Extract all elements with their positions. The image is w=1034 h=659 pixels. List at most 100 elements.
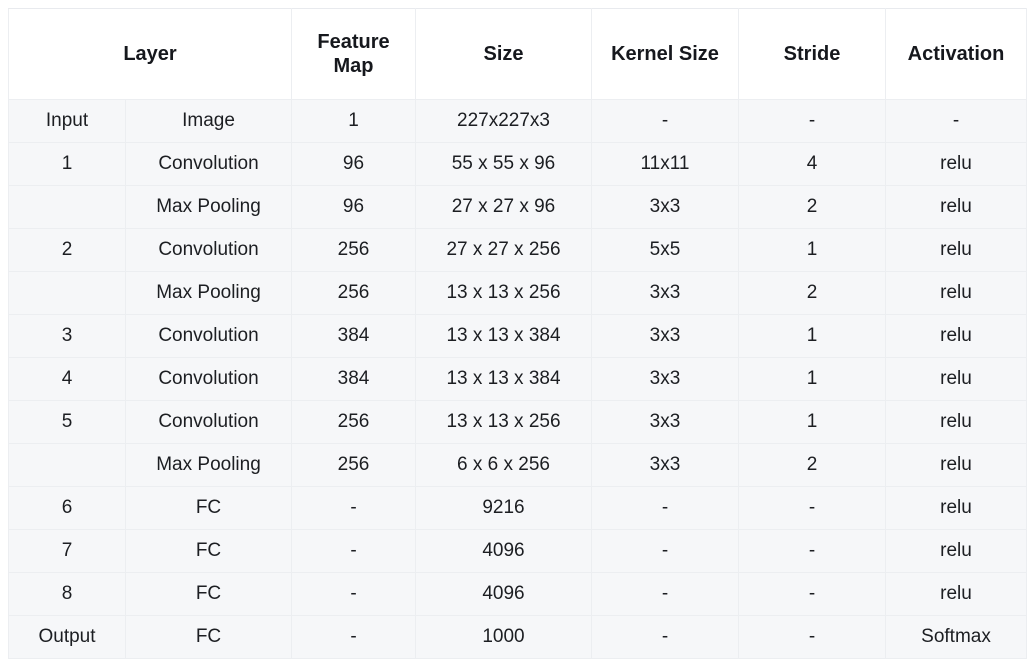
cell-kernel-size: 3x3 <box>591 271 739 315</box>
table-row: Max Pooling 256 13 x 13 x 256 3x3 2 relu <box>8 271 1027 315</box>
cell-type: Convolution <box>125 228 292 272</box>
cell-stride: 2 <box>738 443 886 487</box>
cell-feature-map: 256 <box>291 228 416 272</box>
header-activation: Activation <box>885 8 1027 100</box>
cell-size: 55 x 55 x 96 <box>415 142 592 186</box>
cell-size: 13 x 13 x 384 <box>415 314 592 358</box>
cell-type: Convolution <box>125 357 292 401</box>
cell-layer: 1 <box>8 142 126 186</box>
cell-activation: relu <box>885 443 1027 487</box>
cell-type: Max Pooling <box>125 185 292 229</box>
cell-activation: relu <box>885 572 1027 616</box>
table-row: Max Pooling 96 27 x 27 x 96 3x3 2 relu <box>8 185 1027 229</box>
cell-layer: 7 <box>8 529 126 573</box>
cell-type: FC <box>125 572 292 616</box>
cell-type: FC <box>125 486 292 530</box>
header-layer: Layer <box>8 8 292 100</box>
table-row: 2 Convolution 256 27 x 27 x 256 5x5 1 relu <box>8 228 1027 272</box>
cell-activation: relu <box>885 228 1027 272</box>
cell-activation: relu <box>885 271 1027 315</box>
table-header-row: Layer Feature Map Size Kernel Size Stride Act… <box>8 8 1027 100</box>
cell-size: 27 x 27 x 96 <box>415 185 592 229</box>
cell-stride: - <box>738 572 886 616</box>
cell-feature-map: - <box>291 529 416 573</box>
cell-kernel-size: 3x3 <box>591 443 739 487</box>
cell-feature-map: - <box>291 572 416 616</box>
cell-type: Convolution <box>125 400 292 444</box>
cell-stride: - <box>738 529 886 573</box>
cell-kernel-size: 3x3 <box>591 185 739 229</box>
cell-kernel-size: - <box>591 99 739 143</box>
header-kernel-size: Kernel Size <box>591 8 739 100</box>
cell-layer <box>8 271 126 315</box>
cell-stride: 1 <box>738 228 886 272</box>
cell-kernel-size: - <box>591 615 739 659</box>
table-header: Layer Feature Map Size Kernel Size Stride Act… <box>8 8 1027 100</box>
cell-kernel-size: 3x3 <box>591 400 739 444</box>
cell-kernel-size: - <box>591 572 739 616</box>
cell-layer <box>8 443 126 487</box>
cell-type: Convolution <box>125 142 292 186</box>
table-row: 8 FC -4096- - relu <box>8 572 1027 616</box>
table-row: 1 Convolution 96 55 x 55 x 96 11x11 4 relu <box>8 142 1027 186</box>
cell-stride: - <box>738 99 886 143</box>
cell-stride: 2 <box>738 185 886 229</box>
cell-type: Max Pooling <box>125 271 292 315</box>
cell-size: 13 x 13 x 256 <box>415 400 592 444</box>
cell-feature-map: 256 <box>291 271 416 315</box>
table-row: Output FC -1000- - Softmax <box>8 615 1027 659</box>
cell-type: Image <box>125 99 292 143</box>
cell-size: 6 x 6 x 256 <box>415 443 592 487</box>
header-feature-map: Feature Map <box>291 8 416 100</box>
cell-feature-map: 256 <box>291 400 416 444</box>
table-row: 6 FC -9216- - relu <box>8 486 1027 530</box>
cell-activation: relu <box>885 357 1027 401</box>
cell-feature-map: 384 <box>291 357 416 401</box>
cell-stride: - <box>738 615 886 659</box>
cell-size: 4096 <box>415 572 592 616</box>
table-row: 4 Convolution 384 13 x 13 x 384 3x3 1 relu <box>8 357 1027 401</box>
cell-feature-map: 384 <box>291 314 416 358</box>
table-body: Input Image 1 227x227x3- - -1 Convolution 96 55 … <box>8 99 1027 659</box>
cell-activation: relu <box>885 142 1027 186</box>
header-stride: Stride <box>738 8 886 100</box>
cell-activation: Softmax <box>885 615 1027 659</box>
cell-activation: relu <box>885 529 1027 573</box>
table-row: Input Image 1 227x227x3- - - <box>8 99 1027 143</box>
cell-size: 13 x 13 x 256 <box>415 271 592 315</box>
cell-layer: 2 <box>8 228 126 272</box>
cell-kernel-size: 3x3 <box>591 314 739 358</box>
cell-stride: 1 <box>738 357 886 401</box>
cell-layer <box>8 185 126 229</box>
cell-kernel-size: 11x11 <box>591 142 739 186</box>
cell-layer: 8 <box>8 572 126 616</box>
cell-activation: relu <box>885 314 1027 358</box>
cell-feature-map: 256 <box>291 443 416 487</box>
header-size: Size <box>415 8 592 100</box>
cell-size: 27 x 27 x 256 <box>415 228 592 272</box>
cell-type: Convolution <box>125 314 292 358</box>
cell-layer: 5 <box>8 400 126 444</box>
cell-size: 4096 <box>415 529 592 573</box>
table-row: Max Pooling 256 6 x 6 x 256 3x3 2 relu <box>8 443 1027 487</box>
cell-activation: - <box>885 99 1027 143</box>
cell-feature-map: - <box>291 486 416 530</box>
cell-kernel-size: - <box>591 486 739 530</box>
cell-layer: Output <box>8 615 126 659</box>
cell-size: 227x227x3 <box>415 99 592 143</box>
cell-layer: 4 <box>8 357 126 401</box>
cell-type: FC <box>125 615 292 659</box>
cell-feature-map: - <box>291 615 416 659</box>
cell-stride: 1 <box>738 314 886 358</box>
cell-kernel-size: 3x3 <box>591 357 739 401</box>
cell-type: FC <box>125 529 292 573</box>
cell-size: 13 x 13 x 384 <box>415 357 592 401</box>
cell-stride: 1 <box>738 400 886 444</box>
cell-stride: - <box>738 486 886 530</box>
cell-activation: relu <box>885 400 1027 444</box>
cell-type: Max Pooling <box>125 443 292 487</box>
cell-activation: relu <box>885 185 1027 229</box>
table-row: 7 FC -4096- - relu <box>8 529 1027 573</box>
cell-feature-map: 96 <box>291 185 416 229</box>
table-container: Layer Feature Map Size Kernel Size Stride Act… <box>0 0 1034 659</box>
